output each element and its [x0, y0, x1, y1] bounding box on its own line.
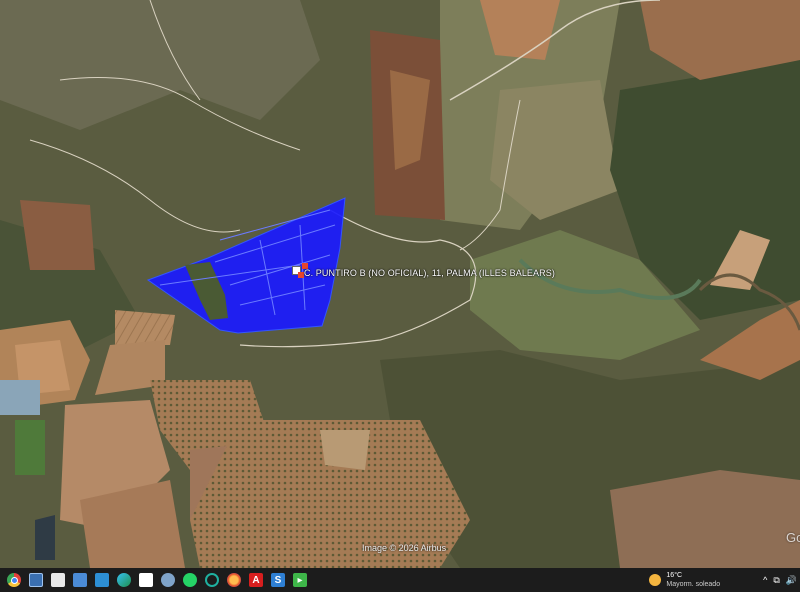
weather-temperature: 16°C — [666, 572, 683, 579]
weather-widget[interactable]: 16°C Mayorm. soleado — [649, 571, 720, 589]
satellite-image — [0, 0, 800, 568]
taskbar-pinned-apps: A S ▸ — [3, 573, 311, 587]
refresh-app-icon[interactable] — [205, 573, 219, 587]
acrobat-icon[interactable]: A — [249, 573, 263, 587]
photos-icon[interactable] — [95, 573, 109, 587]
weather-description: Mayorm. soleado — [666, 581, 721, 588]
app-icon[interactable] — [29, 573, 43, 587]
edge-icon[interactable] — [117, 573, 131, 587]
globe-icon[interactable] — [161, 573, 175, 587]
people-icon[interactable] — [73, 573, 87, 587]
whatsapp-icon[interactable] — [183, 573, 197, 587]
display-icon[interactable]: ⧉ — [773, 575, 779, 586]
chevron-up-icon[interactable]: ^ — [763, 575, 767, 585]
placemark-label[interactable]: C. PUNTIRO B (NO OFICIAL), 11, PALMA (IL… — [304, 268, 555, 278]
image-attribution: Image © 2026 Airbus — [362, 543, 447, 553]
system-tray: 16°C Mayorm. soleado ^ ⧉ 🔊 — [649, 568, 800, 592]
firefox-icon[interactable] — [227, 573, 241, 587]
sun-icon — [649, 574, 662, 586]
app-s-icon[interactable]: S — [271, 573, 285, 587]
map-viewport[interactable]: C. PUNTIRO B (NO OFICIAL), 11, PALMA (IL… — [0, 0, 800, 568]
files-icon[interactable] — [51, 573, 65, 587]
document-icon[interactable] — [139, 573, 153, 587]
volume-icon[interactable]: 🔊 — [786, 575, 797, 586]
windows-taskbar: A S ▸ 16°C Mayorm. soleado ^ ⧉ 🔊 — [0, 568, 800, 592]
weather-text: 16°C Mayorm. soleado — [666, 571, 720, 589]
provider-logo: Goo — [786, 530, 800, 545]
media-icon[interactable]: ▸ — [293, 573, 307, 587]
chrome-icon[interactable] — [7, 573, 21, 587]
